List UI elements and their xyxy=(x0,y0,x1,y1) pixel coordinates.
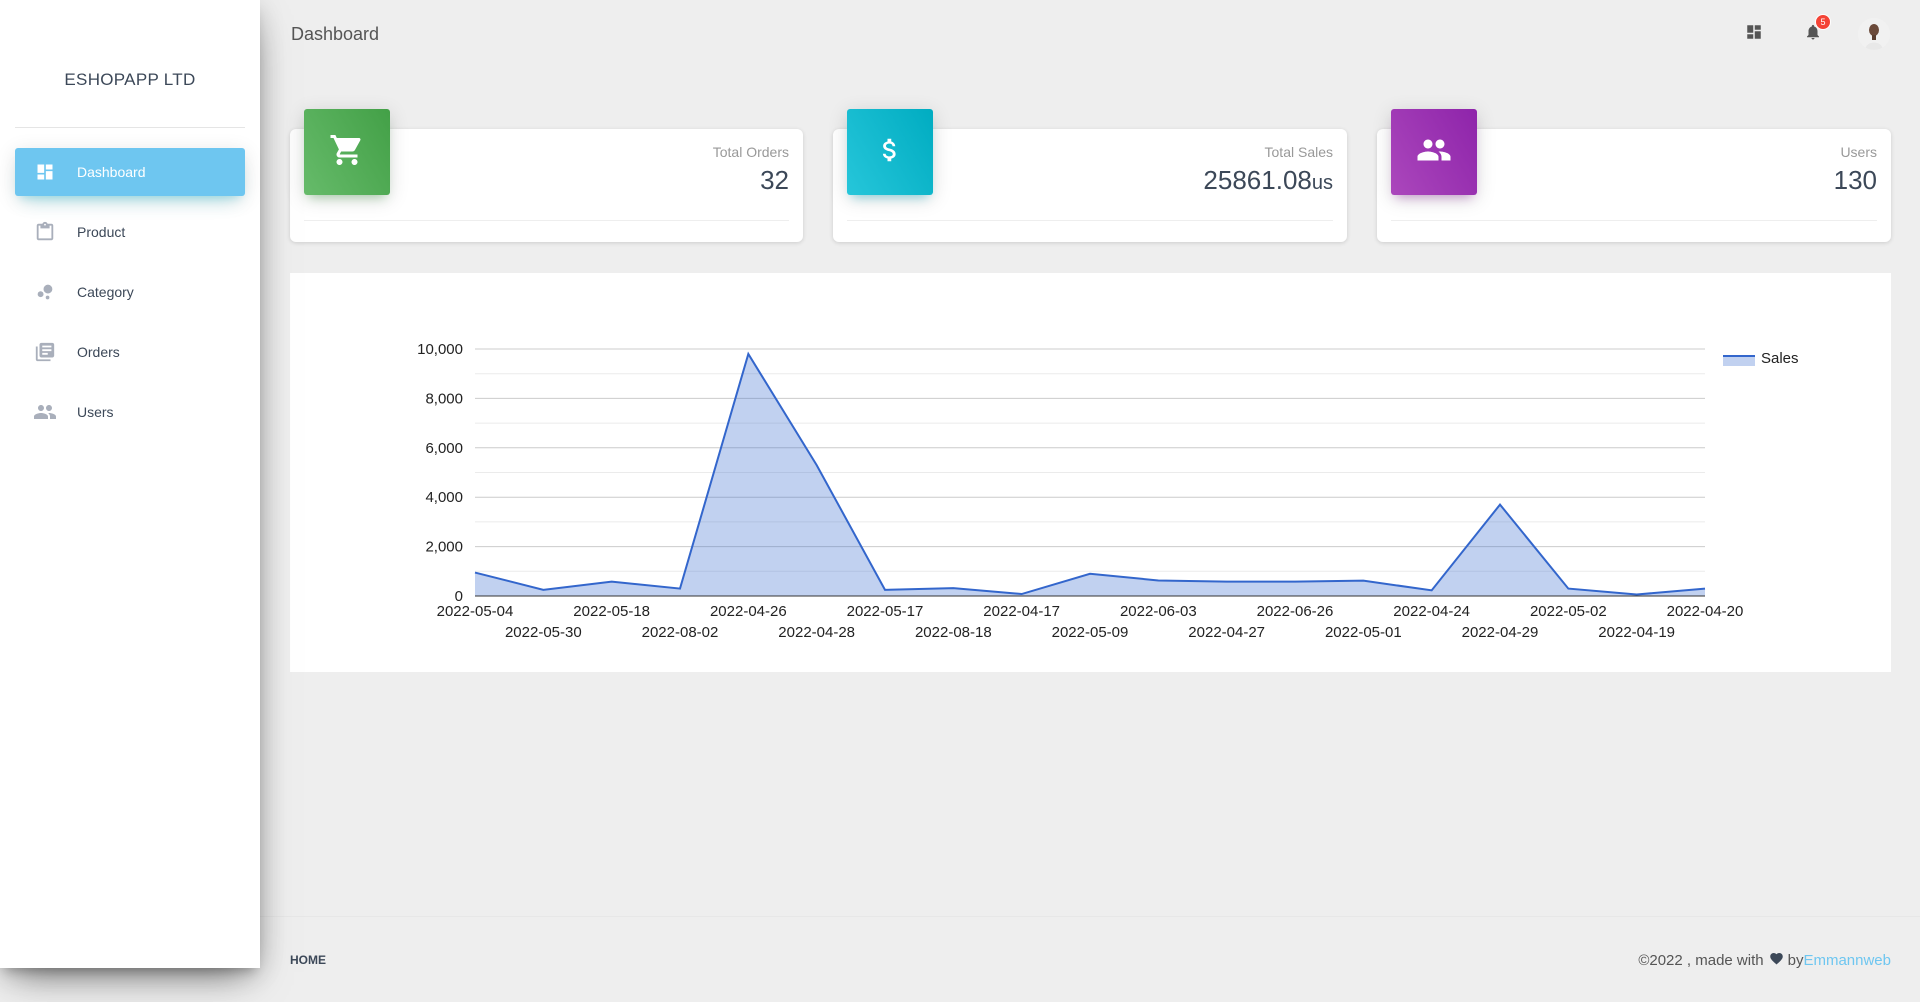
people-icon xyxy=(33,400,57,424)
card-value-number: 25861.08 xyxy=(1203,165,1312,195)
card-footer xyxy=(1391,220,1877,221)
card-value-unit: us xyxy=(1311,172,1333,194)
library-books-icon xyxy=(33,340,57,364)
footer: HOME ©2022 , made with by Emmannweb xyxy=(260,916,1920,1002)
chart-x-tick-label: 2022-05-02 xyxy=(1530,603,1607,620)
card-icon-box xyxy=(847,109,933,195)
page-title[interactable]: Dashboard xyxy=(291,24,379,45)
sidebar-item-category[interactable]: Category xyxy=(15,268,245,316)
chart-x-tick-label: 2022-05-04 xyxy=(437,603,514,620)
notifications-button[interactable]: 5 xyxy=(1795,14,1831,52)
chart-x-tick-label: 2022-08-02 xyxy=(642,624,719,641)
card-footer xyxy=(847,220,1333,221)
heart-icon xyxy=(1769,951,1784,969)
card-footer xyxy=(304,220,789,221)
chart-legend-swatch xyxy=(1723,356,1755,366)
chart-area-sales xyxy=(475,353,1705,596)
card-value: 25861.08us xyxy=(1203,165,1333,196)
sidebar-item-dashboard[interactable]: Dashboard xyxy=(15,148,245,196)
dollar-icon xyxy=(875,135,905,170)
chart-x-tick-label: 2022-04-24 xyxy=(1393,603,1470,620)
chart-x-tick-label: 2022-05-18 xyxy=(573,603,650,620)
chart-y-tick-label: 10,000 xyxy=(417,341,463,358)
chart-x-tick-label: 2022-08-18 xyxy=(915,624,992,641)
chart-x-tick-label: 2022-04-20 xyxy=(1667,603,1744,620)
card-value: 130 xyxy=(1834,165,1877,196)
chart-x-tick-label: 2022-04-17 xyxy=(983,603,1060,620)
avatar[interactable] xyxy=(1858,18,1890,50)
sidebar-item-label: Dashboard xyxy=(77,164,146,180)
user-avatar-icon xyxy=(1858,18,1890,50)
chart-x-tick-label: 2022-04-27 xyxy=(1188,624,1265,641)
chart-y-tick-label: 4,000 xyxy=(425,489,463,506)
chart-x-tick-label: 2022-04-26 xyxy=(710,603,787,620)
card-category: Total Sales xyxy=(1264,144,1333,160)
card-icon-box xyxy=(1391,109,1477,195)
footer-credit: ©2022 , made with by Emmannweb xyxy=(1638,951,1891,969)
people-icon xyxy=(1416,132,1452,173)
chart-legend-label: Sales xyxy=(1761,350,1799,367)
footer-home-link[interactable]: HOME xyxy=(290,953,326,967)
dashboard-icon xyxy=(33,160,57,184)
sidebar-item-label: Users xyxy=(77,404,114,420)
stat-card-users: Users 130 xyxy=(1377,109,1891,242)
sidebar-item-label: Orders xyxy=(77,344,120,360)
chart-x-tick-label: 2022-05-09 xyxy=(1052,624,1129,641)
sales-chart-panel: 0 2,000 4,000 6,000 8,000 10,000 2022-05-04 202… xyxy=(290,273,1891,672)
stat-card-orders: Total Orders 32 xyxy=(290,109,803,242)
chart-x-tick-label: 2022-05-17 xyxy=(847,603,924,620)
clipboard-icon xyxy=(33,220,57,244)
stat-card-sales: Total Sales 25861.08us xyxy=(833,109,1347,242)
sidebar: ESHOPAPP LTD Dashboard Product Category … xyxy=(0,0,260,968)
sidebar-nav: Dashboard Product Category Orders Users xyxy=(15,148,245,448)
cart-icon xyxy=(329,132,365,173)
chart-x-tick-label: 2022-06-26 xyxy=(1257,603,1334,620)
footer-author-link[interactable]: Emmannweb xyxy=(1803,952,1891,969)
bubbles-icon xyxy=(33,280,57,304)
footer-copyright: ©2022 , made with xyxy=(1638,951,1764,969)
chart-y-tick-label: 2,000 xyxy=(425,539,463,556)
chart-x-tick-label: 2022-04-19 xyxy=(1598,624,1675,641)
sidebar-item-users[interactable]: Users xyxy=(15,388,245,436)
card-value: 32 xyxy=(760,165,789,196)
sales-chart: 02,0004,0006,0008,00010,0002022-05-04202… xyxy=(417,341,1799,641)
notification-badge: 5 xyxy=(1815,14,1831,30)
sidebar-item-label: Product xyxy=(77,224,126,240)
sidebar-item-orders[interactable]: Orders xyxy=(15,328,245,376)
sidebar-item-product[interactable]: Product xyxy=(15,208,245,256)
card-category: Users xyxy=(1840,144,1877,160)
dashboard-toggle-button[interactable] xyxy=(1736,16,1772,52)
brand-name[interactable]: ESHOPAPP LTD xyxy=(15,70,245,128)
chart-x-tick-label: 2022-05-01 xyxy=(1325,624,1402,641)
chart-x-tick-label: 2022-04-28 xyxy=(778,624,855,641)
card-value-number: 130 xyxy=(1833,165,1877,195)
chart-x-tick-label: 2022-06-03 xyxy=(1120,603,1197,620)
dashboard-icon xyxy=(1745,23,1763,46)
card-value-number: 32 xyxy=(760,165,789,195)
chart-y-tick-label: 8,000 xyxy=(425,390,463,407)
chart-x-tick-label: 2022-04-29 xyxy=(1462,624,1539,641)
card-category: Total Orders xyxy=(712,144,789,160)
card-icon-box xyxy=(304,109,390,195)
chart-x-tick-label: 2022-05-30 xyxy=(505,624,582,641)
footer-by: by xyxy=(1787,951,1804,969)
sidebar-item-label: Category xyxy=(77,284,134,300)
chart-y-tick-label: 6,000 xyxy=(425,440,463,457)
